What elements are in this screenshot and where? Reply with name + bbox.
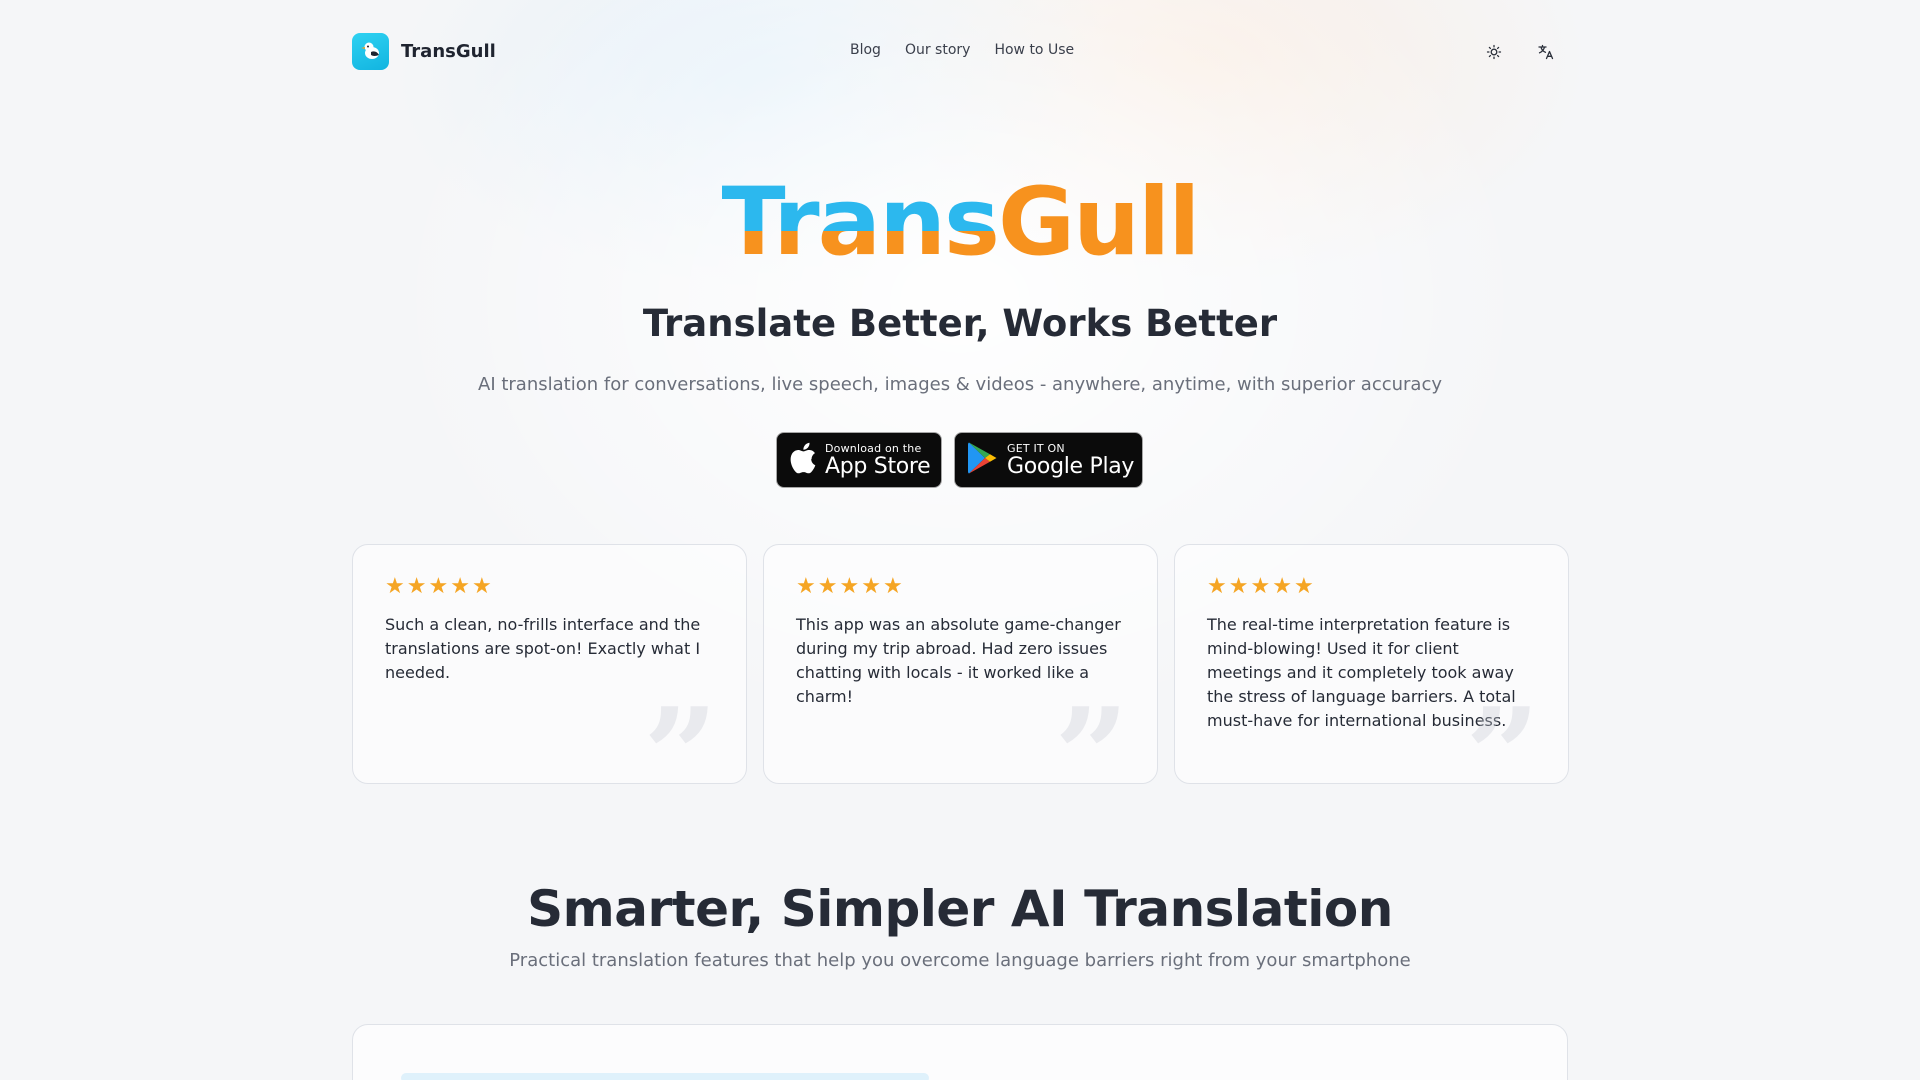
features-title: Smarter, Simpler AI Translation <box>527 880 1393 938</box>
nav-item-how-to-use[interactable]: How to Use <box>994 42 1074 58</box>
review-card: ★ ★ ★ ★ ★ This app was an absolute game-… <box>763 544 1158 784</box>
star-icon: ★ <box>471 574 492 599</box>
nav-item-our-story[interactable]: Our story <box>905 42 971 58</box>
review-text: Such a clean, no-frills interface and th… <box>385 615 701 682</box>
quote-icon: ” <box>643 679 718 784</box>
main-nav: Blog Our story How to Use <box>850 42 1098 58</box>
nav-item-blog[interactable]: Blog <box>850 42 881 58</box>
feature-card <box>352 1024 1568 1080</box>
brand-name: TransGull <box>401 40 496 62</box>
google-play-small-label: GET IT ON <box>1007 441 1065 455</box>
hero-description: AI translation for conversations, live s… <box>478 374 1442 395</box>
app-store-text: Download on the App Store <box>825 441 931 479</box>
brand-link[interactable]: TransGull <box>352 32 496 70</box>
site-header: TransGull Blog Our story How to Use <box>352 32 1568 72</box>
hero-title: TransGull <box>0 168 1920 278</box>
google-play-icon <box>967 441 999 479</box>
star-rating: ★ ★ ★ ★ ★ <box>796 575 1125 599</box>
header-actions <box>1454 40 1558 64</box>
translate-icon[interactable] <box>1534 40 1558 64</box>
review-card: ★ ★ ★ ★ ★ The real-time interpretation f… <box>1174 544 1569 784</box>
star-icon: ★ <box>1207 574 1227 599</box>
star-icon: ★ <box>1272 574 1292 599</box>
star-icon: ★ <box>1228 574 1249 599</box>
star-icon: ★ <box>882 574 903 599</box>
star-icon: ★ <box>817 574 838 599</box>
app-store-button[interactable]: Download on the App Store <box>776 432 942 488</box>
star-icon: ★ <box>406 574 427 599</box>
app-store-big-label: App Store <box>825 453 931 479</box>
star-rating: ★ ★ ★ ★ ★ <box>385 575 714 599</box>
star-icon: ★ <box>450 574 470 599</box>
app-store-small-label: Download on the <box>825 441 922 455</box>
google-play-text: GET IT ON Google Play <box>1007 443 1134 478</box>
seagull-logo-icon <box>352 32 389 70</box>
star-icon: ★ <box>1293 574 1314 599</box>
star-icon: ★ <box>839 574 860 599</box>
star-icon: ★ <box>861 574 881 599</box>
reviews-row: ★ ★ ★ ★ ★ Such a clean, no-frills interf… <box>352 544 1569 784</box>
hero-subtitle: Translate Better, Works Better <box>642 302 1278 345</box>
star-rating: ★ ★ ★ ★ ★ <box>1207 575 1536 599</box>
review-card: ★ ★ ★ ★ ★ Such a clean, no-frills interf… <box>352 544 747 784</box>
apple-icon <box>789 442 817 478</box>
quote-icon: ” <box>1465 679 1540 784</box>
star-icon: ★ <box>796 574 816 599</box>
google-play-big-label: Google Play <box>1007 453 1135 479</box>
sun-icon[interactable] <box>1482 40 1506 64</box>
features-subtitle: Practical translation features that help… <box>509 950 1411 971</box>
hero-title-gull: Gull <box>997 168 1201 277</box>
quote-icon: ” <box>1054 679 1129 784</box>
store-buttons: Download on the App Store GET IT ON Goog… <box>776 432 1143 488</box>
feature-tab-bar <box>401 1073 929 1080</box>
google-play-button[interactable]: GET IT ON Google Play <box>954 432 1143 488</box>
star-icon: ★ <box>428 574 449 599</box>
star-icon: ★ <box>385 574 405 599</box>
hero-title-trans: Trans <box>721 168 1000 277</box>
star-icon: ★ <box>1250 574 1271 599</box>
